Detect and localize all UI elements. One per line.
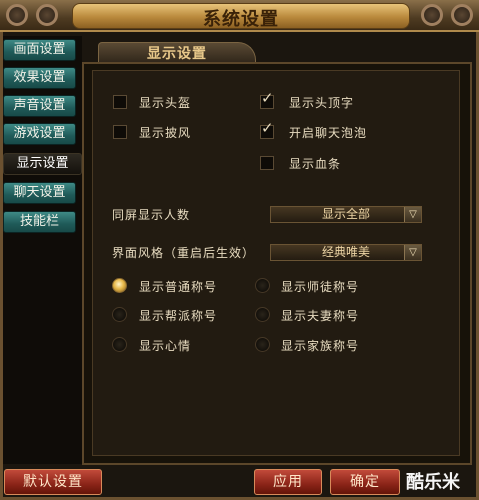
chat-bubbles-label: 开启聊天泡泡 — [289, 126, 368, 140]
spouse-title-label: 显示夫妻称号 — [281, 309, 360, 323]
ui-style-select[interactable]: 经典唯美 ▽ — [270, 244, 422, 261]
watermark-logo: 酷乐米 — [406, 472, 460, 493]
window-title: 系统设置 — [203, 9, 279, 30]
sidebar-item-skillbar[interactable]: 技能栏 — [3, 211, 76, 233]
ok-button[interactable]: 确定 — [330, 469, 400, 495]
radio-mentor-title[interactable] — [255, 278, 270, 293]
family-title-label: 显示家族称号 — [281, 339, 360, 353]
radio-mood[interactable] — [112, 337, 127, 352]
show-helmet-label: 显示头盔 — [139, 96, 192, 110]
ui-style-value: 经典唯美 — [321, 245, 370, 259]
title-plate: 系统设置 — [72, 3, 410, 30]
default-settings-button[interactable]: 默认设置 — [4, 469, 102, 495]
sidebar-item-display[interactable]: 显示设置 — [3, 153, 82, 175]
ui-style-label: 界面风格（重启后生效） — [112, 246, 256, 260]
right-ornament-icon — [409, 0, 479, 30]
radio-family-title[interactable] — [255, 337, 270, 352]
normal-title-label: 显示普通称号 — [139, 280, 218, 294]
sidebar-item-chat[interactable]: 聊天设置 — [3, 182, 76, 204]
show-overhead-text-label: 显示头顶字 — [289, 96, 355, 110]
show-overhead-text-checkbox[interactable]: ✓ — [260, 91, 274, 109]
title-bar: 系统设置 — [0, 0, 479, 32]
screen-players-select[interactable]: 显示全部 ▽ — [270, 206, 422, 223]
show-helmet-checkbox[interactable] — [113, 95, 127, 109]
checkmark-icon: ✓ — [261, 89, 274, 107]
show-cape-checkbox[interactable] — [113, 125, 127, 139]
sidebar-item-sound[interactable]: 声音设置 — [3, 95, 76, 117]
show-hp-bar-label: 显示血条 — [289, 157, 342, 171]
sidebar-item-effects[interactable]: 效果设置 — [3, 67, 76, 89]
mood-label: 显示心情 — [139, 339, 192, 353]
dropdown-arrow-icon[interactable]: ▽ — [404, 207, 421, 222]
checkmark-icon: ✓ — [261, 119, 274, 137]
guild-title-label: 显示帮派称号 — [139, 309, 218, 323]
show-cape-label: 显示披风 — [139, 126, 192, 140]
sidebar-item-graphics[interactable]: 画面设置 — [3, 39, 76, 61]
radio-normal-title[interactable] — [112, 278, 127, 293]
sidebar-item-game[interactable]: 游戏设置 — [3, 123, 76, 145]
dropdown-arrow-icon[interactable]: ▽ — [404, 245, 421, 260]
left-ornament-icon — [0, 0, 70, 30]
radio-spouse-title[interactable] — [255, 307, 270, 322]
mentor-title-label: 显示师徒称号 — [281, 280, 360, 294]
radio-guild-title[interactable] — [112, 307, 127, 322]
screen-players-label: 同屏显示人数 — [112, 208, 191, 222]
screen-players-value: 显示全部 — [321, 207, 370, 221]
apply-button[interactable]: 应用 — [254, 469, 322, 495]
chat-bubbles-checkbox[interactable]: ✓ — [260, 121, 274, 139]
show-hp-bar-checkbox[interactable] — [260, 156, 274, 170]
